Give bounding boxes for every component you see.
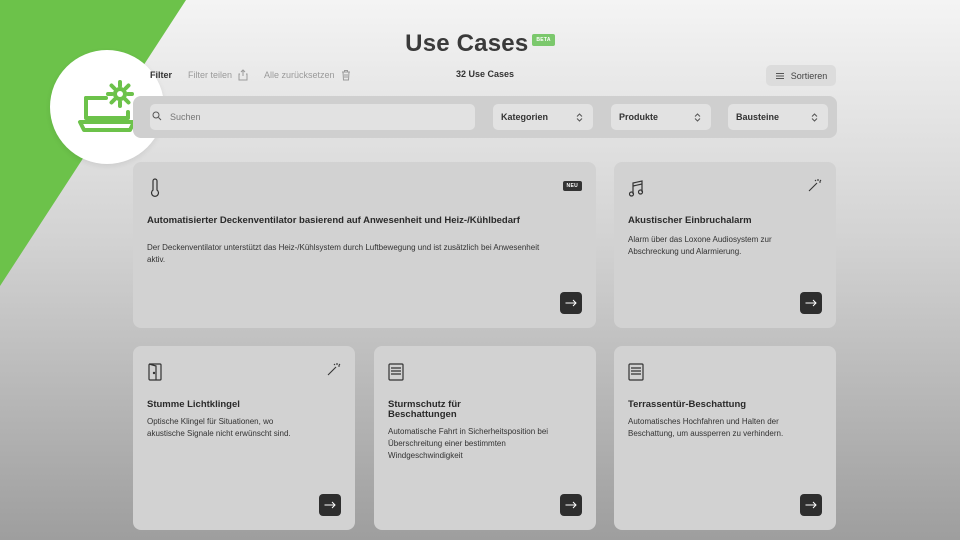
use-case-card-storm-protection[interactable]: Sturmschutz für Beschattungen Automatisc… [374,346,596,530]
trash-icon [341,70,350,81]
shading-icon [628,363,644,381]
open-card-button[interactable] [560,494,582,516]
use-case-card-silent-bell[interactable]: Stumme Lichtklingel Optische Klingel für… [133,346,355,530]
arrow-right-icon [805,501,817,509]
beta-badge: BETA [532,34,555,46]
chevron-up-down-icon [576,112,583,122]
thermometer-icon [150,178,160,197]
new-badge: NEU [562,181,582,191]
use-case-card-acoustic-alarm[interactable]: Akustischer Einbruchalarm Alarm über das… [614,162,836,328]
card-description: Optische Klingel für Situationen, wo aku… [147,417,291,438]
card-title: Terrassentür-Beschattung [628,399,747,410]
page-title-text: Use Cases [405,30,529,57]
filter-toolbar: Filter Filter teilen Alle zurücksetzen [150,68,351,82]
products-select-label: Produkte [619,112,659,122]
use-case-card-terrace-door-shading[interactable]: Terrassentür-Beschattung Automatisches H… [614,346,836,530]
arrow-right-icon [565,299,577,307]
filter-button[interactable]: Filter [150,70,172,80]
open-card-button[interactable] [800,292,822,314]
page-title: Use Cases BETA [0,30,960,58]
card-description: Alarm über das Loxone Audiosystem zur Ab… [628,235,772,256]
laptop-gear-icon [78,80,136,132]
chevron-up-down-icon [694,112,701,122]
card-title: Sturmschutz für Beschattungen [388,399,461,420]
use-case-count: 32 Use Cases [455,69,515,79]
door-icon [148,363,162,381]
blocks-select[interactable]: Bausteine [728,104,828,130]
use-case-card-ceiling-fan[interactable]: NEU Automatisierter Deckenventilator bas… [133,162,596,328]
sort-button[interactable]: Sortieren [766,65,836,86]
open-card-button[interactable] [319,494,341,516]
arrow-right-icon [324,501,336,509]
open-card-button[interactable] [800,494,822,516]
chevron-up-down-icon [811,112,818,122]
card-description: Automatische Fahrt in Sicherheitspositio… [388,427,549,460]
shading-icon [388,363,404,381]
sort-label: Sortieren [790,70,828,81]
categories-select[interactable]: Kategorien [493,104,593,130]
card-description: Automatisches Hochfahren und Halten der … [628,417,784,438]
open-card-button[interactable] [560,292,582,314]
arrow-right-icon [805,299,817,307]
blocks-select-label: Bausteine [736,112,780,122]
card-description: Der Deckenventilator unterstützt das Hei… [147,243,540,264]
music-note-icon [628,180,644,197]
share-filter-button[interactable]: Filter teilen [188,69,248,81]
card-title: Automatisierter Deckenventilator basiere… [147,215,520,226]
share-filter-label: Filter teilen [188,70,233,80]
magic-wand-icon [808,179,822,192]
share-icon [238,69,248,81]
card-title: Akustischer Einbruchalarm [628,215,752,226]
reset-all-label: Alle zurücksetzen [264,70,335,80]
categories-select-label: Kategorien [501,112,549,122]
arrow-right-icon [565,501,577,509]
sort-lines-icon [775,72,784,79]
search-input[interactable]: Suchen [150,104,475,130]
search-placeholder: Suchen [170,112,201,122]
products-select[interactable]: Produkte [611,104,711,130]
reset-all-button[interactable]: Alle zurücksetzen [264,69,351,81]
magic-wand-icon [327,363,341,376]
card-title: Stumme Lichtklingel [147,399,240,410]
search-icon [152,111,162,121]
